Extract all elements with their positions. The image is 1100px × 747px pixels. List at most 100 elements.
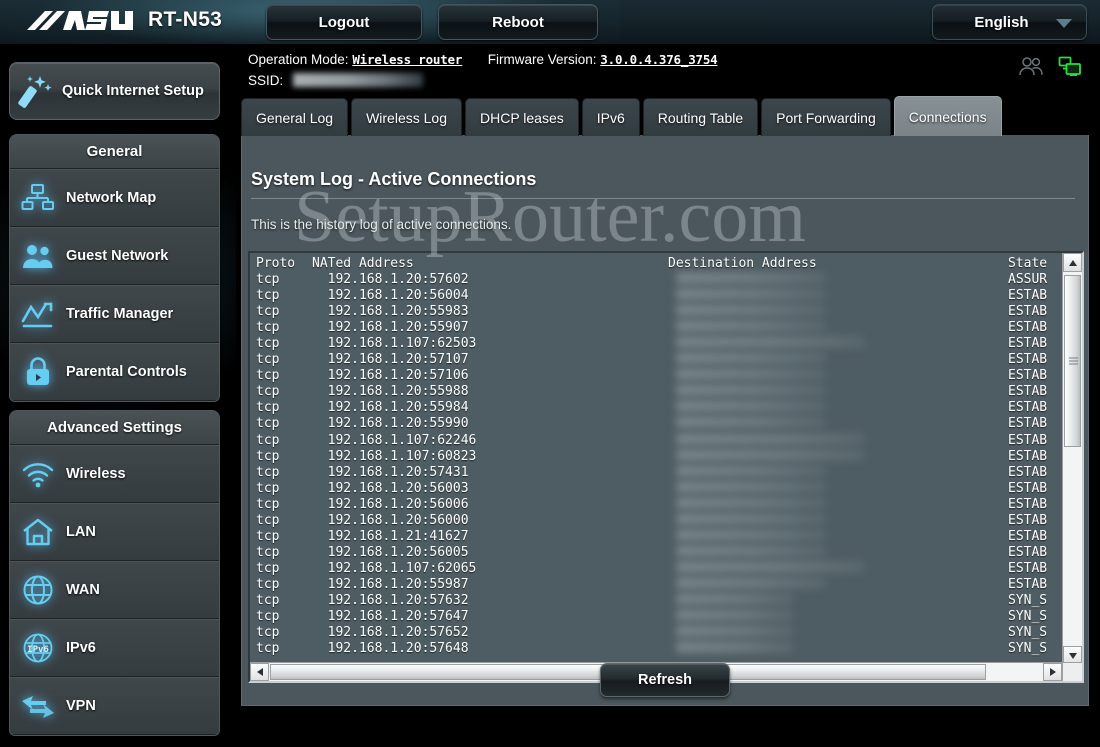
log-cell-nated-address: 192.168.1.107:62503 [312,336,477,352]
router-admin-page: RT-N53 Logout Reboot English Operation M… [0,0,1100,747]
destination-redacted [676,448,864,461]
tab-dhcp-leases[interactable]: DHCP leases [464,98,579,136]
scroll-left-button[interactable] [250,663,269,681]
sidebar-item-guest-network-label: Guest Network [66,248,169,264]
tab-wireless-log[interactable]: Wireless Log [351,98,462,136]
operation-mode-value[interactable]: Wireless router [352,52,462,67]
vertical-scroll-thumb[interactable] [1064,275,1081,447]
sidebar-item-ipv6[interactable]: IPv6 IPv6 [10,619,219,677]
log-row: tcp 192.168.1.20:55990 ESTAB [256,416,1062,432]
log-cell-nated-address: 192.168.1.20:55987 [312,576,469,592]
log-cell-destination-address [668,352,1008,368]
log-row: tcp 192.168.1.107:62503 ESTAB [256,336,1062,352]
log-cell-proto: tcp [256,496,280,512]
connections-log-box[interactable]: Proto NATed Address Destination Address Sta… [248,251,1084,683]
log-cell-state: ESTAB [1008,512,1048,528]
log-cell-destination-address [668,416,1008,432]
sidebar-item-vpn[interactable]: VPN [10,677,219,735]
log-cell-state: ESTAB [1008,560,1048,576]
log-cell-nated-address: 192.168.1.20:57106 [312,368,469,384]
log-col-nated: NATed Address [312,256,414,271]
tab-ipv6[interactable]: IPv6 [581,98,640,136]
quick-internet-setup-button[interactable]: Quick Internet Setup [9,62,220,120]
sidebar-item-guest-network[interactable]: Guest Network [10,227,219,285]
arrow-left-icon [256,668,263,676]
log-cell-destination-address [668,480,1008,497]
connected-computers-icon[interactable] [1058,56,1082,76]
log-cell-state: ESTAB [1008,368,1048,384]
log-cell-nated-address: 192.168.1.107:60823 [312,448,477,464]
log-cell-proto: tcp [256,384,280,400]
users-icon[interactable] [1018,56,1044,76]
asus-logo-icon[interactable] [25,6,135,36]
sidebar-item-parental-controls[interactable]: Parental Controls [10,343,219,401]
log-cell-nated-address: 192.168.1.21:41627 [312,528,469,544]
tab-connections[interactable]: Connections [893,96,1002,136]
log-cell-nated-address: 192.168.1.20:55988 [312,384,469,400]
sidebar-item-parental-controls-label: Parental Controls [66,364,187,380]
ssid-line: SSID: [248,73,424,88]
log-cell-nated-address: 192.168.1.107:62065 [312,560,477,576]
language-selector[interactable]: English [932,4,1087,40]
destination-redacted [676,416,826,429]
destination-redacted [676,544,826,557]
router-info-strip: Operation Mode: Wireless router Firmware… [236,44,1100,96]
log-cell-state: ESTAB [1008,432,1048,448]
sidebar-item-lan[interactable]: LAN [10,503,219,561]
ssid-label: SSID: [248,73,284,88]
sidebar-item-lan-label: LAN [66,524,96,540]
sidebar-item-network-map[interactable]: Network Map [10,169,219,227]
sidebar-item-wan-label: WAN [66,582,100,598]
left-sidebar: Quick Internet Setup General Network Map… [0,44,236,747]
log-cell-destination-address [668,609,1008,625]
logout-button[interactable]: Logout [266,4,422,40]
log-cell-nated-address: 192.168.1.20:57431 [312,464,469,480]
log-cell-state: ESTAB [1008,352,1048,368]
log-cell-destination-address [668,384,1008,400]
content-panel: System Log - Active Connections This is … [241,135,1089,706]
log-cell-proto: tcp [256,592,280,608]
connections-log-content: Proto NATed Address Destination Address Sta… [250,253,1062,665]
vpn-arrows-icon [10,692,66,720]
operation-mode-line: Operation Mode: Wireless router Firmware… [248,52,718,67]
tab-general-log[interactable]: General Log [241,98,349,136]
destination-redacted [676,432,864,445]
destination-redacted [676,641,794,654]
log-cell-proto: tcp [256,288,280,304]
log-row: tcp 192.168.1.107:62246 ESTAB [256,432,1062,449]
sidebar-item-traffic-manager[interactable]: Traffic Manager [10,285,219,343]
destination-redacted [676,592,794,605]
log-row: tcp 192.168.1.20:57431 ESTAB [256,464,1062,481]
log-cell-destination-address [668,336,1008,352]
log-cell-destination-address [668,400,1008,416]
sidebar-group-advanced-title: Advanced Settings [10,411,219,445]
reboot-button[interactable]: Reboot [438,4,598,40]
page-description: This is the history log of active connec… [251,217,512,232]
tab-routing-table[interactable]: Routing Table [642,98,759,136]
log-row: tcp 192.168.1.20:57648 SYN_S [256,641,1062,657]
scroll-right-button[interactable] [1043,663,1062,681]
log-cell-state: ESTAB [1008,384,1048,400]
router-model-name: RT-N53 [148,8,223,31]
sidebar-item-wan[interactable]: WAN [10,561,219,619]
destination-redacted [676,368,826,381]
firmware-value[interactable]: 3.0.0.4.376_3754 [600,52,717,67]
sidebar-item-wireless[interactable]: Wireless [10,445,219,503]
sidebar-group-advanced: Advanced Settings Wireless LAN WAN IPv6 … [9,410,220,736]
sidebar-item-traffic-manager-label: Traffic Manager [66,306,174,322]
log-cell-state: ESTAB [1008,400,1048,416]
log-cell-state: ESTAB [1008,288,1048,304]
tab-port-forwarding[interactable]: Port Forwarding [761,98,891,136]
arrow-right-icon [1049,668,1056,676]
log-row: tcp 192.168.1.20:55983 ESTAB [256,304,1062,320]
log-row: tcp 192.168.1.20:55987 ESTAB [256,576,1062,593]
scrollbar-corner [1062,662,1082,681]
sidebar-group-general-title: General [10,135,219,169]
refresh-button[interactable]: Refresh [600,663,730,697]
log-col-proto: Proto [256,256,296,271]
globe-icon [10,574,66,606]
log-row: tcp 192.168.1.107:60823 ESTAB [256,448,1062,465]
log-vertical-scrollbar[interactable] [1062,253,1082,665]
log-row: tcp 192.168.1.107:62065 ESTAB [256,560,1062,577]
scroll-up-button[interactable] [1063,253,1082,272]
